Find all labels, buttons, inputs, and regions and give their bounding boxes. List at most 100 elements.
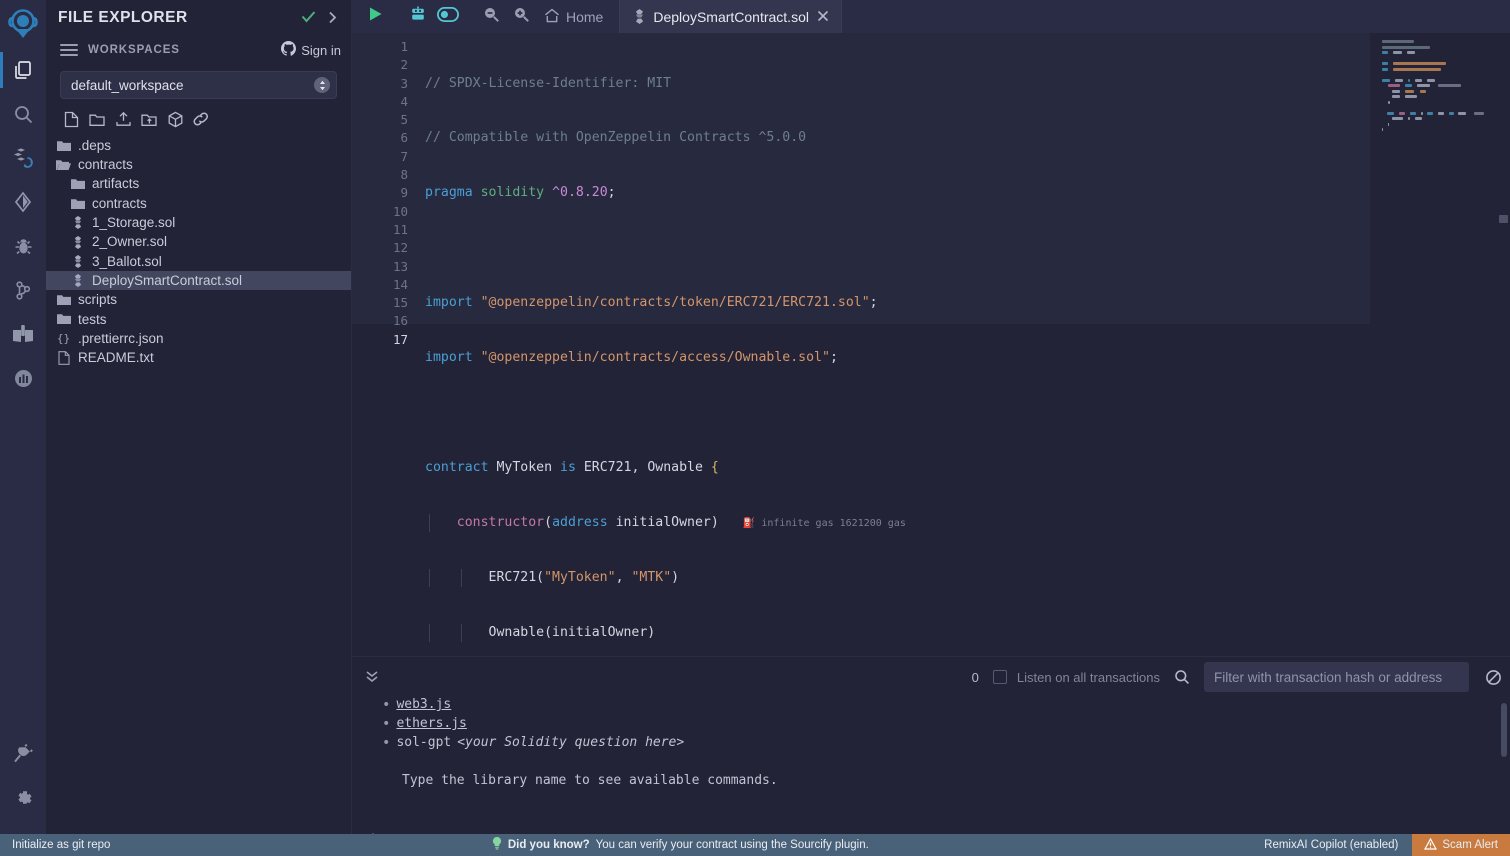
- plug-icon: [12, 743, 34, 765]
- upload-file-icon[interactable]: [112, 108, 134, 130]
- line-number: 16: [392, 313, 408, 329]
- source-code[interactable]: // SPDX-License-Identifier: MIT // Compa…: [425, 38, 1510, 656]
- list-item[interactable]: • ethers.js: [364, 716, 1498, 735]
- solidity-file-icon: [70, 274, 85, 288]
- tree-item-prettierrc-json[interactable]: {} .prettierrc.json: [46, 329, 351, 348]
- copilot-status[interactable]: RemixAI Copilot (enabled): [1250, 839, 1412, 851]
- editor-scrollbar[interactable]: [1497, 33, 1510, 656]
- sidebar-item-git[interactable]: [0, 268, 46, 312]
- toggle-on-icon: [436, 6, 460, 27]
- sidebar-item-debugger[interactable]: [0, 224, 46, 268]
- tree-item-2-owner-sol[interactable]: 2_Owner.sol: [46, 232, 351, 251]
- scam-alert-button[interactable]: Scam Alert: [1412, 834, 1510, 856]
- line-number-gutter: 1 2 3 4 5 6 7 8 9 10 11 12 13 14 15 16 17: [352, 33, 425, 656]
- tree-item-label: 3_Ballot.sol: [92, 253, 162, 269]
- tree-item-artifacts[interactable]: artifacts: [46, 175, 351, 194]
- github-signin-button[interactable]: Sign in: [281, 41, 341, 59]
- compiler-icon: [11, 147, 35, 169]
- search-icon[interactable]: [1170, 669, 1194, 685]
- tree-item-scripts[interactable]: scripts: [46, 290, 351, 309]
- hamburger-icon[interactable]: [60, 44, 78, 56]
- workspace-value: default_workspace: [71, 77, 184, 93]
- editor-scrollbar-thumb[interactable]: [1499, 215, 1508, 223]
- line-number: 9: [400, 185, 408, 201]
- code-editor[interactable]: 1 2 3 4 5 6 7 8 9 10 11 12 13 14 15 16 17 // SPDX-Licens…: [352, 33, 1510, 656]
- ai-assistant-button[interactable]: [405, 4, 431, 30]
- run-script-button[interactable]: [362, 4, 388, 30]
- zoom-out-button[interactable]: [478, 4, 504, 30]
- git-init-button[interactable]: Initialize as git repo: [0, 839, 110, 851]
- ban-icon[interactable]: [1479, 669, 1502, 686]
- line-number: 7: [400, 148, 408, 164]
- play-icon: [368, 6, 383, 27]
- upload-folder-icon[interactable]: [138, 108, 160, 130]
- tree-item-label: .prettierrc.json: [78, 330, 164, 346]
- transaction-filter-input[interactable]: [1204, 662, 1469, 692]
- sidebar-item-plugin-manager[interactable]: [0, 732, 46, 776]
- sidebar-item-file-explorer[interactable]: [0, 48, 46, 92]
- terminal-scrollbar-thumb[interactable]: [1501, 703, 1507, 757]
- terminal-link-ethers[interactable]: ethers.js: [396, 716, 466, 731]
- listen-on-all-transactions-checkbox[interactable]: [992, 670, 1007, 684]
- workspace-select[interactable]: default_workspace: [60, 71, 337, 99]
- remix-ide-window: FILE EXPLORER WORKSPACES Sign in default…: [0, 0, 1510, 856]
- robot-icon: [409, 5, 427, 28]
- tree-item-tests[interactable]: tests: [46, 310, 351, 329]
- lightbulb-icon: [492, 836, 502, 853]
- double-chevron-down-icon[interactable]: [362, 669, 382, 686]
- main-panel: Home DeploySmartContract.sol 1 2 3 4 5 6…: [352, 0, 1510, 834]
- solidity-icon: [634, 9, 645, 24]
- cube-icon[interactable]: [164, 108, 186, 130]
- line-number: 6: [400, 130, 408, 146]
- tree-item-label: DeploySmartContract.sol: [92, 272, 243, 288]
- file-explorer-header: FILE EXPLORER: [46, 0, 351, 36]
- zoom-in-button[interactable]: [508, 4, 534, 30]
- tree-item-contracts[interactable]: contracts: [46, 194, 351, 213]
- tree-item-label: contracts: [92, 195, 147, 211]
- terminal-output[interactable]: • web3.js • ethers.js • sol-gpt <your So…: [352, 697, 1510, 834]
- new-folder-icon[interactable]: [86, 108, 108, 130]
- activity-bar-bottom: [0, 732, 46, 834]
- tree-item-readme-txt[interactable]: README.txt: [46, 348, 351, 367]
- status-bar: Initialize as git repo Did you know? You…: [0, 834, 1510, 856]
- checkmark-icon[interactable]: [301, 10, 316, 26]
- bullet-icon: •: [382, 697, 391, 713]
- tree-item-deploysmartcontract-sol[interactable]: DeploySmartContract.sol: [46, 271, 351, 291]
- tree-item-3-ballot-sol[interactable]: 3_Ballot.sol: [46, 252, 351, 271]
- code-line-3: pragma solidity ^0.8.20;: [425, 185, 616, 201]
- did-you-know-label: Did you know?: [507, 839, 590, 851]
- chevron-right-icon[interactable]: [324, 11, 341, 26]
- tab-deploy-smart-contract[interactable]: DeploySmartContract.sol: [619, 0, 842, 33]
- list-item[interactable]: • web3.js: [364, 697, 1498, 716]
- ai-toggle-button[interactable]: [435, 4, 461, 30]
- list-item: • sol-gpt <your Solidity question here>: [364, 735, 1498, 754]
- terminal-link-web3[interactable]: web3.js: [396, 697, 451, 712]
- line-number: 5: [400, 112, 408, 128]
- terminal-prompt[interactable]: >: [364, 830, 1498, 834]
- bullet-icon: •: [382, 735, 391, 751]
- file-tree: .deps contracts artifacts contracts 1_Storag…: [46, 134, 351, 834]
- new-file-icon[interactable]: [60, 108, 82, 130]
- tree-item-contracts[interactable]: contracts: [46, 155, 351, 174]
- sidebar-item-search[interactable]: [0, 92, 46, 136]
- sidebar-item-solidity-compiler[interactable]: [0, 136, 46, 180]
- sidebar-item-deploy-run[interactable]: [0, 180, 46, 224]
- code-line-8: contract MyToken is ERC721, Ownable {: [425, 459, 719, 475]
- folder-icon: [56, 294, 71, 306]
- line-number: 10: [392, 203, 408, 219]
- tree-item-1-storage-sol[interactable]: 1_Storage.sol: [46, 213, 351, 232]
- remix-logo[interactable]: [0, 0, 46, 48]
- line-number: 1: [400, 39, 408, 54]
- terminal-panel: 0 Listen on all transactions Filter with…: [352, 656, 1510, 834]
- close-icon[interactable]: [817, 10, 829, 24]
- link-icon[interactable]: [190, 108, 212, 130]
- tree-item-deps[interactable]: .deps: [46, 136, 351, 155]
- stepper-icon: [314, 77, 330, 93]
- home-icon: [544, 8, 560, 26]
- sidebar-item-settings[interactable]: [0, 776, 46, 820]
- sidebar-item-learneth[interactable]: [0, 312, 46, 356]
- folder-icon: [56, 313, 71, 325]
- sidebar-item-remix-guide[interactable]: [0, 356, 46, 400]
- home-tab[interactable]: Home: [538, 8, 613, 26]
